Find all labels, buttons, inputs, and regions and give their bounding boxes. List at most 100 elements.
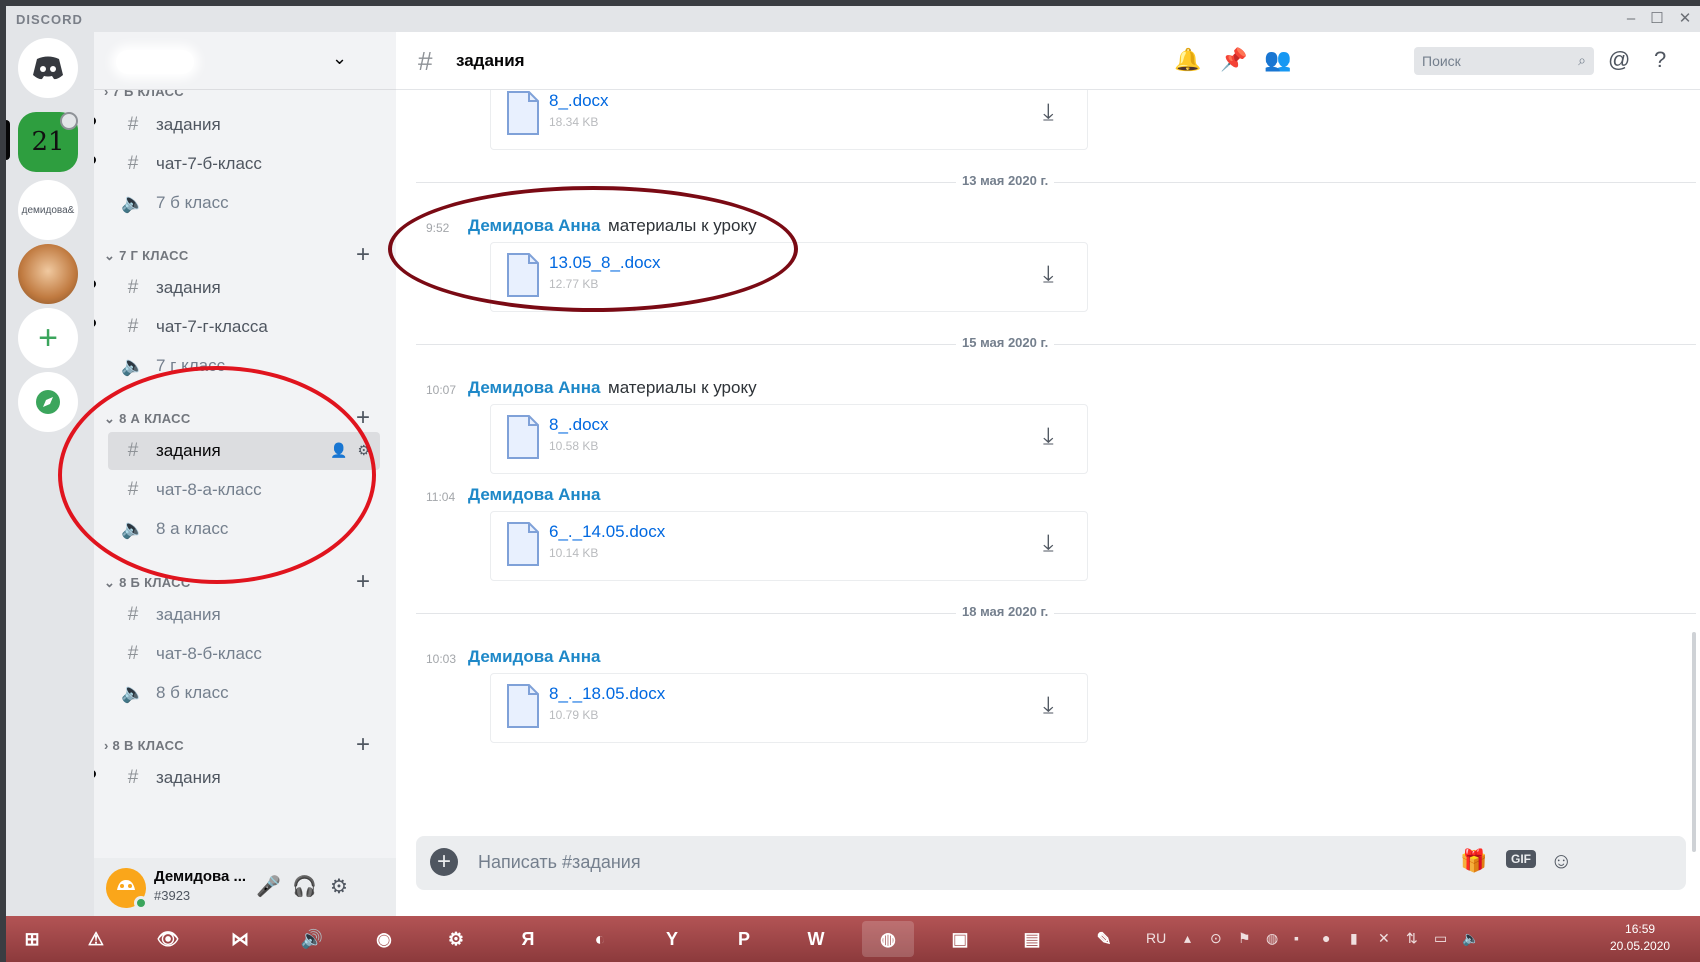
attachment: 8_._18.05.docx 10.79 KB ⤓ bbox=[490, 673, 1088, 743]
download-icon[interactable]: ⤓ bbox=[1043, 99, 1054, 127]
tray-box-icon[interactable]: ▮ bbox=[1350, 930, 1358, 947]
channel-7g-chat[interactable]: # чат-7-г-класса bbox=[108, 308, 380, 346]
file-link[interactable]: 8_.docx bbox=[549, 91, 609, 111]
explore-compass-icon[interactable] bbox=[18, 372, 78, 432]
visual-studio-icon[interactable]: ⋈ bbox=[214, 921, 266, 957]
voice-7g[interactable]: 🔈 7 г класс bbox=[108, 347, 380, 385]
discord-home-icon[interactable] bbox=[18, 38, 78, 98]
add-channel-icon[interactable]: + bbox=[356, 733, 370, 757]
settings-gear-icon[interactable]: ⚙ bbox=[330, 874, 348, 899]
channel-8b-chat[interactable]: # чат-8-б-класс bbox=[108, 635, 380, 673]
message-author[interactable]: Демидова Анна bbox=[468, 485, 600, 505]
help-icon[interactable]: ? bbox=[1654, 47, 1666, 73]
voice-7b[interactable]: 🔈 7 б класс bbox=[108, 184, 380, 222]
tray-security-icon[interactable]: ✕ bbox=[1378, 930, 1390, 947]
close-button[interactable]: ✕ bbox=[1670, 8, 1700, 30]
windows-start-icon[interactable]: ⊞ bbox=[6, 921, 58, 957]
download-icon[interactable]: ⤓ bbox=[1043, 261, 1054, 289]
gear-icon[interactable]: ⚙ bbox=[357, 442, 370, 459]
tray-discord-icon[interactable]: ◍ bbox=[1266, 930, 1278, 947]
invite-icon[interactable]: 👤 bbox=[330, 442, 347, 459]
tray-monitor-icon[interactable]: ▪ bbox=[1294, 930, 1299, 946]
volume-icon[interactable]: 🔈 bbox=[1462, 930, 1479, 947]
download-icon[interactable]: ⤓ bbox=[1043, 692, 1054, 720]
guild-header[interactable]: ⌄ bbox=[94, 32, 396, 90]
chevron-down-icon[interactable]: ⌄ bbox=[332, 48, 347, 69]
channel-7b-chat[interactable]: # чат-7-б-класс bbox=[108, 145, 380, 183]
audio-app-icon[interactable]: ◐ bbox=[574, 921, 626, 957]
category-8v[interactable]: › 8 В КЛАСС bbox=[104, 738, 184, 753]
system-clock[interactable]: 16:59 20.05.2020 bbox=[1610, 921, 1670, 955]
tray-green-icon[interactable]: ● bbox=[1322, 930, 1330, 946]
add-channel-icon[interactable]: + bbox=[356, 570, 370, 594]
channel-8a-chat[interactable]: # чат-8-а-класс bbox=[108, 471, 380, 509]
channel-8b-tasks[interactable]: # задания bbox=[108, 596, 380, 634]
avast-icon[interactable]: ⚠ bbox=[70, 921, 122, 957]
channel-8a-tasks[interactable]: # задания 👤 ⚙ bbox=[108, 432, 380, 470]
message-author[interactable]: Демидова Анна bbox=[468, 216, 600, 236]
download-icon[interactable]: ⤓ bbox=[1043, 423, 1054, 451]
channel-7b-tasks[interactable]: # задания bbox=[108, 106, 380, 144]
emoji-icon[interactable]: ☺ bbox=[1550, 848, 1572, 874]
upload-plus-icon[interactable]: + bbox=[430, 848, 458, 876]
tray-arrow-icon[interactable]: ▴ bbox=[1184, 930, 1191, 947]
file-link[interactable]: 8_.docx bbox=[549, 415, 609, 435]
gift-icon[interactable]: 🎁 bbox=[1460, 848, 1487, 874]
maximize-button[interactable]: ☐ bbox=[1642, 8, 1672, 30]
mic-muted-icon[interactable]: 🎤 bbox=[256, 874, 281, 899]
category-8a[interactable]: ⌄ 8 А КЛАСС bbox=[104, 411, 191, 427]
message-author[interactable]: Демидова Анна bbox=[468, 647, 600, 667]
channel-label: задания bbox=[156, 605, 221, 624]
server-21-icon[interactable]: 21 bbox=[18, 112, 78, 172]
category-8b[interactable]: ⌄ 8 Б КЛАСС bbox=[104, 575, 191, 591]
date-divider: 18 мая 2020 г. bbox=[416, 604, 1696, 619]
eye-icon[interactable]: 👁 bbox=[142, 921, 194, 957]
server-rail: 21 демидова& + bbox=[6, 32, 94, 916]
mentions-icon[interactable]: @ bbox=[1608, 47, 1630, 73]
message-author[interactable]: Демидова Анна bbox=[468, 378, 600, 398]
pin-icon[interactable]: 📌 bbox=[1220, 47, 1247, 73]
yandex-browser-icon[interactable]: Y bbox=[646, 921, 698, 957]
tray-chat-icon[interactable]: ▭ bbox=[1434, 930, 1447, 947]
file-explorer-icon[interactable]: ▤ bbox=[1006, 921, 1058, 957]
search-input[interactable]: Поиск ⌕ bbox=[1414, 47, 1594, 75]
user-panel: Демидова ... #3923 🎤 🎧 ⚙ bbox=[94, 858, 396, 916]
date-label: 18 мая 2020 г. bbox=[956, 604, 1055, 619]
file-link[interactable]: 13.05_8_.docx bbox=[549, 253, 661, 273]
channel-8v-tasks[interactable]: # задания bbox=[108, 759, 380, 797]
speaker-app-icon[interactable]: 🔊 bbox=[286, 921, 338, 957]
voice-8b[interactable]: 🔈 8 б класс bbox=[108, 674, 380, 712]
settings-app-icon[interactable]: ⚙ bbox=[430, 921, 482, 957]
flag-icon[interactable]: ⚑ bbox=[1238, 930, 1251, 947]
server-demidova-icon[interactable]: демидова& bbox=[18, 180, 78, 240]
tray-network-icon[interactable]: ⇅ bbox=[1406, 930, 1418, 947]
photos-icon[interactable]: ▣ bbox=[934, 921, 986, 957]
file-link[interactable]: 6_._14.05.docx bbox=[549, 522, 665, 542]
add-channel-icon[interactable]: + bbox=[356, 406, 370, 430]
yandex-ya-icon[interactable]: Я bbox=[502, 921, 554, 957]
message-composer[interactable]: + Написать #задания 🎁 GIF ☺ bbox=[416, 836, 1686, 890]
category-7g[interactable]: ⌄ 7 Г КЛАСС bbox=[104, 248, 189, 264]
members-icon[interactable]: 👥 bbox=[1264, 47, 1291, 73]
download-icon[interactable]: ⤓ bbox=[1043, 530, 1054, 558]
server-demidova-label: демидова& bbox=[21, 204, 75, 216]
voice-8a[interactable]: 🔈 8 а класс bbox=[108, 510, 380, 548]
headphones-icon[interactable]: 🎧 bbox=[292, 874, 317, 899]
paint-icon[interactable]: ✎ bbox=[1078, 921, 1130, 957]
powerpoint-icon[interactable]: P bbox=[718, 921, 770, 957]
message-text: материалы к уроку bbox=[608, 216, 757, 235]
add-server-label: + bbox=[38, 318, 58, 357]
discord-task-icon[interactable]: ◍ bbox=[862, 921, 914, 957]
tray-app-icon[interactable]: ⊙ bbox=[1210, 930, 1222, 947]
server-avatar-icon[interactable] bbox=[18, 244, 78, 304]
language-indicator[interactable]: RU bbox=[1146, 930, 1166, 946]
bell-icon[interactable]: 🔔 bbox=[1174, 47, 1201, 73]
scrollbar[interactable] bbox=[1692, 632, 1696, 852]
word-icon[interactable]: W bbox=[790, 921, 842, 957]
add-server-icon[interactable]: + bbox=[18, 308, 78, 368]
file-link[interactable]: 8_._18.05.docx bbox=[549, 684, 665, 704]
gif-button[interactable]: GIF bbox=[1506, 850, 1536, 868]
chrome-icon[interactable]: ◉ bbox=[358, 921, 410, 957]
channel-7g-tasks[interactable]: # задания bbox=[108, 269, 380, 307]
add-channel-icon[interactable]: + bbox=[356, 243, 370, 267]
